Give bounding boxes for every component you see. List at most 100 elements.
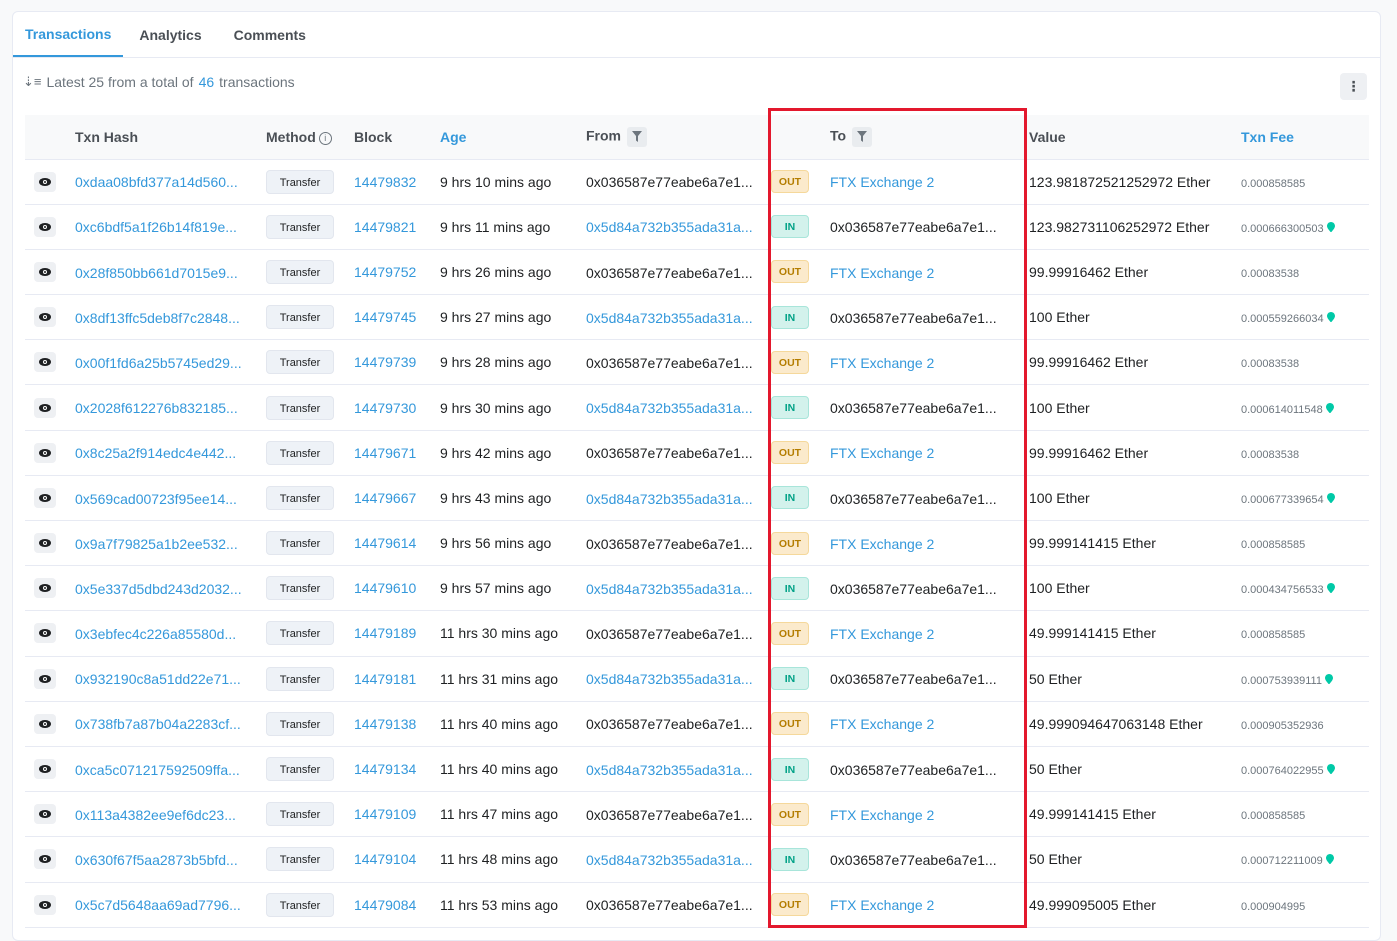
- block-link[interactable]: 14479134: [354, 761, 416, 777]
- from-address-link[interactable]: 0x5d84a732b355ada31a...: [586, 219, 753, 235]
- col-age-toggle[interactable]: Age: [440, 115, 586, 160]
- preview-button[interactable]: [34, 216, 56, 237]
- txn-hash-link[interactable]: 0x5e337d5dbd243d2032...: [75, 581, 242, 597]
- from-address: 0x036587e77eabe6a7e1...: [586, 445, 753, 462]
- from-address-link[interactable]: 0x5d84a732b355ada31a...: [586, 762, 753, 778]
- block-link[interactable]: 14479671: [354, 445, 416, 461]
- table-row: 0x28f850bb661d7015e9... Transfer 14479752 9…: [25, 249, 1369, 295]
- txn-hash-link[interactable]: 0x932190c8a51dd22e71...: [75, 671, 241, 687]
- preview-button[interactable]: [34, 442, 56, 463]
- from-address-link[interactable]: 0x5d84a732b355ada31a...: [586, 491, 753, 507]
- col-txn-fee-toggle[interactable]: Txn Fee: [1241, 115, 1369, 160]
- txn-hash-link[interactable]: 0x8df13ffc5deb8f7c2848...: [75, 310, 240, 326]
- method-badge: Transfer: [266, 305, 334, 330]
- block-link[interactable]: 14479739: [354, 354, 416, 370]
- block-link[interactable]: 14479614: [354, 535, 416, 551]
- txn-fee: 0.00083538: [1241, 448, 1300, 461]
- to-address-link[interactable]: FTX Exchange 2: [830, 536, 934, 552]
- from-address-link[interactable]: 0x5d84a732b355ada31a...: [586, 671, 753, 687]
- txn-hash-link[interactable]: 0x738fb7a87b04a2283cf...: [75, 716, 241, 732]
- total-count-link[interactable]: 46: [199, 74, 215, 90]
- txn-hash-link[interactable]: 0x113a4382ee9ef6dc23...: [75, 807, 236, 823]
- block-link[interactable]: 14479752: [354, 264, 416, 280]
- txn-hash-link[interactable]: 0x2028f612276b832185...: [75, 400, 238, 416]
- txn-hash-link[interactable]: 0x8c25a2f914edc4e442...: [75, 445, 236, 461]
- eye-cell: [25, 521, 75, 566]
- tab-comments[interactable]: Comments: [218, 12, 322, 57]
- method-badge: Transfer: [266, 485, 334, 510]
- table-row: 0x8df13ffc5deb8f7c2848... Transfer 1447974…: [25, 295, 1369, 340]
- block-link[interactable]: 14479189: [354, 625, 416, 641]
- transactions-summary: ⇣≡ Latest 25 from a total of 46 transact…: [23, 74, 295, 90]
- preview-button[interactable]: [34, 487, 56, 508]
- method-badge: Transfer: [266, 214, 334, 239]
- txn-hash-link[interactable]: 0xdaa08bfd377a14d560...: [75, 174, 238, 190]
- txn-hash-link[interactable]: 0x5c7d5648aa69ad7796...: [75, 897, 241, 913]
- preview-button[interactable]: [34, 759, 56, 780]
- eye-icon: [39, 584, 51, 593]
- block-link[interactable]: 14479109: [354, 806, 416, 822]
- block-link[interactable]: 14479610: [354, 580, 416, 596]
- to-address-link[interactable]: FTX Exchange 2: [830, 445, 934, 461]
- to-address-link[interactable]: FTX Exchange 2: [830, 265, 934, 281]
- method-badge: Transfer: [266, 802, 334, 827]
- preview-button[interactable]: [34, 894, 56, 915]
- txn-hash-link[interactable]: 0x569cad00723f95ee14...: [75, 491, 237, 507]
- block-link[interactable]: 14479821: [354, 219, 416, 235]
- txn-hash-link[interactable]: 0xca5c071217592509ffa...: [75, 762, 240, 778]
- eye-cell: [25, 204, 75, 249]
- to-address-link[interactable]: FTX Exchange 2: [830, 355, 934, 371]
- to-address-link[interactable]: FTX Exchange 2: [830, 716, 934, 732]
- preview-button[interactable]: [34, 307, 56, 328]
- preview-button[interactable]: [34, 397, 56, 418]
- eye-icon: [39, 448, 51, 457]
- value-cell: 99.99916462 Ether: [1029, 444, 1149, 461]
- preview-button[interactable]: [34, 804, 56, 825]
- block-link[interactable]: 14479730: [354, 400, 416, 416]
- from-address-link[interactable]: 0x5d84a732b355ada31a...: [586, 400, 753, 416]
- value-cell: 123.981872521252972 Ether: [1029, 173, 1211, 190]
- to-address-link[interactable]: FTX Exchange 2: [830, 626, 934, 642]
- preview-button[interactable]: [34, 352, 56, 373]
- gas-fee-icon: [1325, 854, 1334, 865]
- age-cell: 9 hrs 27 mins ago: [440, 309, 552, 326]
- preview-button[interactable]: [34, 171, 56, 192]
- from-address-link[interactable]: 0x5d84a732b355ada31a...: [586, 310, 753, 326]
- to-address-link[interactable]: FTX Exchange 2: [830, 174, 934, 190]
- from-address-link[interactable]: 0x5d84a732b355ada31a...: [586, 852, 753, 868]
- txn-hash-link[interactable]: 0xc6bdf5a1f26b14f819e...: [75, 219, 237, 235]
- from-address-link[interactable]: 0x5d84a732b355ada31a...: [586, 581, 753, 597]
- preview-button[interactable]: [34, 533, 56, 554]
- block-link[interactable]: 14479084: [354, 897, 416, 913]
- block-link[interactable]: 14479138: [354, 716, 416, 732]
- preview-button[interactable]: [34, 578, 56, 599]
- to-address-link[interactable]: FTX Exchange 2: [830, 897, 934, 913]
- preview-button[interactable]: [34, 261, 56, 282]
- txn-hash-link[interactable]: 0x00f1fd6a25b5745ed29...: [75, 355, 242, 371]
- txn-hash-link[interactable]: 0x3ebfec4c226a85580d...: [75, 626, 236, 642]
- tab-transactions[interactable]: Transactions: [13, 12, 124, 57]
- txn-hash-link[interactable]: 0x9a7f79825a1b2ee532...: [75, 536, 238, 552]
- summary-suffix: transactions: [219, 74, 295, 90]
- txn-hash-link[interactable]: 0x28f850bb661d7015e9...: [75, 265, 238, 281]
- block-link[interactable]: 14479667: [354, 490, 416, 506]
- preview-button[interactable]: [34, 668, 56, 689]
- block-link[interactable]: 14479745: [354, 309, 416, 325]
- txn-hash-link[interactable]: 0x630f67f5aa2873b5bfd...: [75, 852, 238, 868]
- block-link[interactable]: 14479181: [354, 671, 416, 687]
- method-badge: Transfer: [266, 757, 334, 782]
- eye-cell: [25, 430, 75, 475]
- preview-button[interactable]: [34, 849, 56, 870]
- more-options-button[interactable]: ⋮: [1340, 73, 1367, 100]
- info-icon[interactable]: i: [318, 131, 332, 145]
- to-address-link[interactable]: FTX Exchange 2: [830, 807, 934, 823]
- block-link[interactable]: 14479104: [354, 851, 416, 867]
- col-from-label: From: [586, 127, 621, 144]
- tab-analytics[interactable]: Analytics: [123, 12, 217, 57]
- preview-button[interactable]: [34, 623, 56, 644]
- preview-button[interactable]: [34, 713, 56, 734]
- txn-fee: 0.000434756533: [1241, 584, 1324, 597]
- from-filter-button[interactable]: [627, 126, 647, 147]
- block-link[interactable]: 14479832: [354, 174, 416, 190]
- to-filter-button[interactable]: [852, 126, 873, 147]
